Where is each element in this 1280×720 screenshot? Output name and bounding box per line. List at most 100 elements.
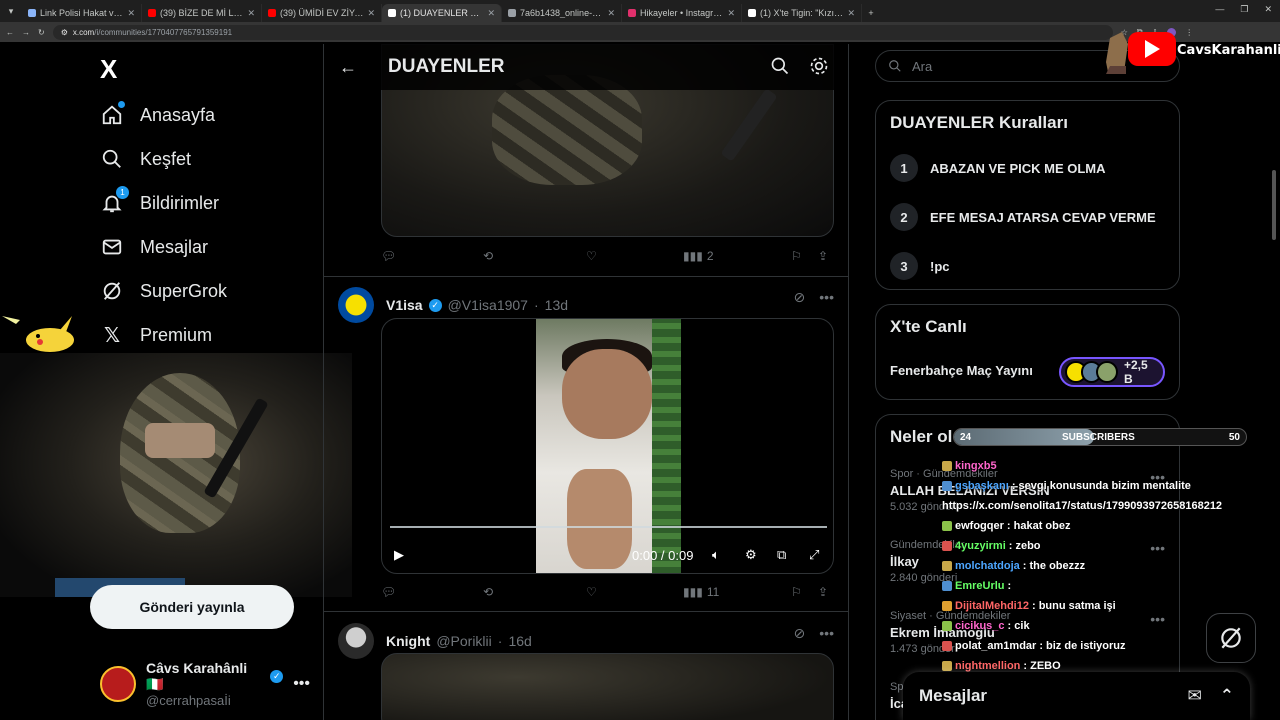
- grok-icon[interactable]: ⊘: [794, 625, 806, 642]
- fullscreen-icon[interactable]: ⤢: [809, 547, 819, 563]
- more-icon[interactable]: •••: [1150, 540, 1165, 556]
- tab-title: (39) BİZE DE Mİ LOLO? | 5Sride: [160, 8, 243, 18]
- tab-close-icon[interactable]: ✕: [367, 8, 375, 19]
- post-button[interactable]: Gönderi yayınla: [90, 585, 294, 629]
- video-player[interactable]: ▶ 0:00 / 0:09 🔈︎ ⚙ ⧉ ⤢: [381, 318, 834, 574]
- nav-item-supergrok[interactable]: SuperGrok: [100, 279, 227, 303]
- post-author-handle[interactable]: @V1isa1907: [448, 297, 528, 313]
- chat-text: : sevgi konusunda bizim mentalite: [1011, 480, 1191, 492]
- post-time[interactable]: 13d: [545, 297, 568, 313]
- browser-tab[interactable]: (1) DUAYENLER Topluluk / X ✕: [382, 4, 502, 22]
- post-media-image[interactable]: [381, 653, 834, 720]
- video-settings-icon[interactable]: ⚙: [745, 547, 757, 563]
- expand-icon[interactable]: ⌃: [1220, 686, 1234, 706]
- repost-icon[interactable]: ⟲: [483, 585, 586, 599]
- reply-icon[interactable]: 💬︎: [381, 585, 483, 599]
- chat-message: kingxb5: [942, 460, 1000, 472]
- tab-close-icon[interactable]: ✕: [127, 8, 135, 19]
- messages-drawer[interactable]: Mesajlar ✉ ⌃: [903, 672, 1250, 720]
- back-arrow-icon[interactable]: ←: [339, 57, 357, 78]
- chat-badge-icon: [942, 641, 952, 651]
- avatar[interactable]: [338, 287, 374, 323]
- nav-item-notifications[interactable]: 1 Bildirimler: [100, 186, 219, 215]
- tab-search-icon[interactable]: ▾: [0, 0, 22, 22]
- avatar[interactable]: [338, 623, 374, 659]
- new-message-icon[interactable]: ✉: [1188, 686, 1202, 706]
- chat-badge-icon: [942, 521, 952, 531]
- like-icon[interactable]: ♡: [586, 249, 683, 263]
- share-icon[interactable]: ⇪: [818, 249, 828, 263]
- reload-icon[interactable]: ↻: [38, 28, 45, 37]
- browser-tab[interactable]: (39) BİZE DE Mİ LOLO? | 5Sride ✕: [142, 4, 262, 22]
- minimize-icon[interactable]: —: [1215, 4, 1224, 15]
- live-listeners-pill[interactable]: +2,5 B: [1059, 357, 1165, 387]
- new-tab-button[interactable]: +: [862, 4, 880, 22]
- more-icon[interactable]: •••: [819, 289, 834, 306]
- bookmark-icon[interactable]: ⚐: [791, 249, 818, 263]
- rule-item[interactable]: 2 EFE MESAJ ATARSA CEVAP VERME: [890, 203, 1156, 231]
- chat-message: EmreUrlu:: [942, 580, 1011, 592]
- tab-favicon-icon: [748, 9, 756, 17]
- scrollbar[interactable]: [1272, 170, 1276, 240]
- close-window-icon[interactable]: ✕: [1264, 4, 1272, 15]
- rules-title: DUAYENLER Kuralları: [890, 113, 1068, 132]
- chat-username: ewfogqer: [955, 520, 1004, 532]
- search-icon[interactable]: [770, 56, 790, 81]
- settings-gear-icon[interactable]: [809, 56, 829, 81]
- tab-close-icon[interactable]: ✕: [607, 8, 615, 19]
- url-field[interactable]: ⚙ x.com/i/communities/177040776579135919…: [52, 24, 1113, 40]
- rule-item[interactable]: 3 !pc: [890, 252, 950, 280]
- tab-close-icon[interactable]: ✕: [727, 8, 735, 19]
- tab-close-icon[interactable]: ✕: [487, 8, 495, 19]
- reply-icon[interactable]: 💬︎: [381, 249, 483, 263]
- browser-tab[interactable]: (1) X'te Tigin: "Kızın istekleri - 2✕: [742, 4, 862, 22]
- post-author-handle[interactable]: @Poriklii: [436, 633, 491, 649]
- views-icon[interactable]: ▮▮▮ 11: [683, 585, 791, 599]
- nav-item-premium[interactable]: 𝕏 Premium: [100, 323, 212, 347]
- subscriber-goal-bar: 24 SUBSCRIBERS 50: [953, 428, 1247, 446]
- browser-tab[interactable]: Link Polisi Hakat v0.8 ✕: [22, 4, 142, 22]
- maximize-icon[interactable]: ❐: [1240, 4, 1248, 15]
- chat-username: kingxb5: [955, 460, 997, 472]
- share-icon[interactable]: ⇪: [818, 585, 828, 599]
- sub-label: SUBSCRIBERS: [1062, 431, 1135, 443]
- nav-item-home[interactable]: Anasayfa: [100, 101, 215, 127]
- video-progress-bar[interactable]: [390, 526, 827, 528]
- bookmark-icon[interactable]: ⚐: [791, 585, 818, 599]
- pip-icon[interactable]: ⧉: [777, 547, 786, 563]
- volume-icon[interactable]: 🔈︎: [712, 547, 720, 563]
- chat-message: ewfogqer: hakat obez: [942, 520, 1070, 532]
- more-icon[interactable]: •••: [819, 625, 834, 642]
- site-info-icon[interactable]: ⚙: [61, 28, 68, 37]
- grok-icon[interactable]: ⊘: [794, 289, 806, 306]
- post-author-name[interactable]: Knight: [386, 633, 430, 649]
- avatar: [100, 666, 136, 702]
- rule-item[interactable]: 1 ABAZAN VE PICK ME OLMA: [890, 154, 1106, 182]
- back-icon[interactable]: ←: [6, 28, 14, 37]
- more-icon[interactable]: •••: [1150, 611, 1165, 627]
- tab-close-icon[interactable]: ✕: [247, 8, 255, 19]
- chat-message: https://x.com/senolita17/status/17990939…: [942, 500, 1222, 512]
- nav-item-messages[interactable]: Mesajlar: [100, 235, 208, 259]
- like-icon[interactable]: ♡: [586, 585, 683, 599]
- account-switcher[interactable]: Câvs Karahânli 🇮🇹 ✓ @cerrahpasaİi •••: [100, 660, 310, 708]
- post-author-name[interactable]: V1isa: [386, 297, 423, 313]
- play-icon[interactable]: ▶: [394, 547, 404, 563]
- forward-icon[interactable]: →: [22, 28, 30, 37]
- browser-tab[interactable]: 7a6b1438_online-video-cutter✕: [502, 4, 622, 22]
- browser-menu-icon[interactable]: ⋮: [1185, 28, 1193, 37]
- profile-name: Câvs Karahânli 🇮🇹: [146, 660, 248, 692]
- grok-button[interactable]: [1206, 613, 1256, 663]
- browser-tab[interactable]: (39) ÜMİDİ EV ZİYARETİ - YouT ✕: [262, 4, 382, 22]
- x-logo[interactable]: X: [100, 54, 117, 85]
- tab-close-icon[interactable]: ✕: [847, 8, 855, 19]
- more-icon[interactable]: •••: [293, 675, 310, 693]
- grok-icon: [1221, 627, 1241, 649]
- live-item-title[interactable]: Fenerbahçe Maç Yayını: [890, 363, 1033, 378]
- home-icon: [100, 101, 125, 127]
- repost-icon[interactable]: ⟲: [483, 249, 586, 263]
- browser-tab[interactable]: Hikayeler • Instagram ✕: [622, 4, 742, 22]
- views-icon[interactable]: ▮▮▮ 2: [683, 249, 791, 263]
- post-time[interactable]: 16d: [508, 633, 531, 649]
- nav-item-explore[interactable]: Keşfet: [100, 147, 191, 171]
